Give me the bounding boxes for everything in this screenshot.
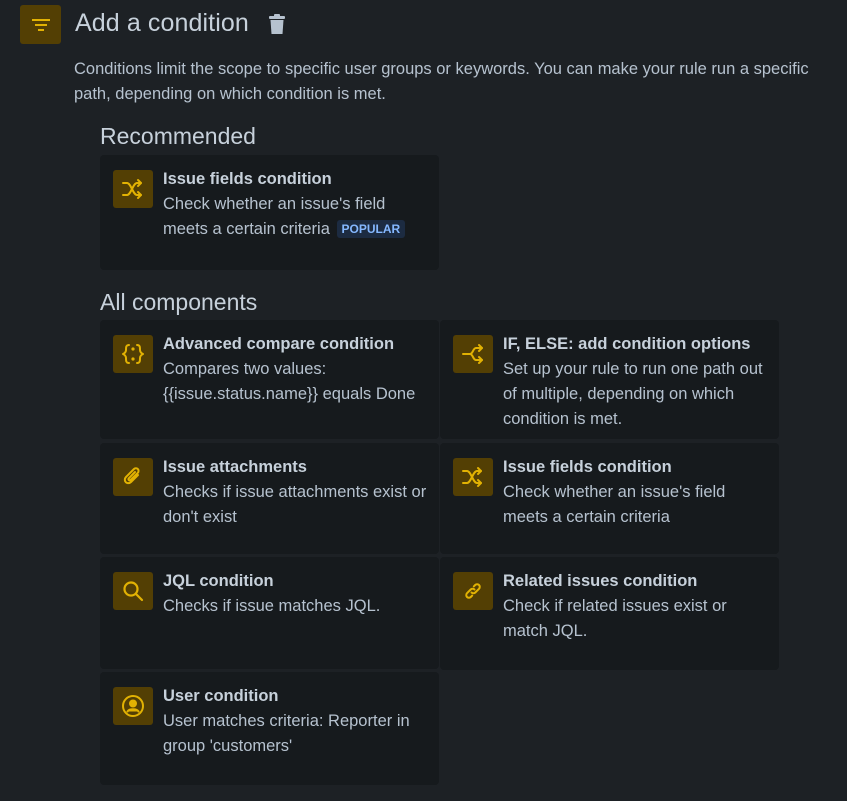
card-title: IF, ELSE: add condition options [503,335,751,353]
card-issue-fields-condition[interactable]: Issue fields condition Check whether an … [440,443,779,554]
shuffle-icon [453,458,493,496]
card-advanced-compare-condition[interactable]: Advanced compare condition Compares two … [100,320,439,439]
delete-button[interactable] [266,13,288,35]
card-description: Checks if issue attachments exist or don… [163,483,427,526]
search-icon [113,572,153,610]
card-user-condition[interactable]: User condition User matches criteria: Re… [100,672,439,785]
user-icon [113,687,153,725]
card-title: Issue attachments [163,458,307,476]
page-description: Conditions limit the scope to specific u… [74,60,809,103]
card-title: JQL condition [163,572,274,590]
card-description: Set up your rule to run one path out of … [503,360,763,428]
braces-icon [113,335,153,373]
all-components-heading: All components [100,289,258,315]
card-description: Check whether an issue's field meets a c… [163,192,431,242]
card-related-issues-condition[interactable]: Related issues condition Check if relate… [440,557,779,670]
card-description: User matches criteria: Reporter in group… [163,712,410,755]
card-title: Related issues condition [503,572,698,590]
card-title: User condition [163,687,279,705]
card-description: Check whether an issue's field meets a c… [503,483,726,526]
recommended-heading: Recommended [100,123,256,149]
paperclip-icon [113,458,153,496]
card-issue-attachments[interactable]: Issue attachments Checks if issue attach… [100,443,439,554]
card-title: Issue fields condition [163,170,332,188]
page-title: Add a condition [75,9,249,37]
card-jql-condition[interactable]: JQL condition Checks if issue matches JQ… [100,557,439,669]
branch-icon [453,335,493,373]
shuffle-icon [113,170,153,208]
link-icon [453,572,493,610]
card-title: Advanced compare condition [163,335,395,353]
trash-icon [269,14,285,34]
card-if-else-condition-options[interactable]: IF, ELSE: add condition options Set up y… [440,320,779,439]
filter-icon [20,5,61,44]
popular-badge: POPULAR [336,220,406,238]
card-description: Check if related issues exist or match J… [503,597,727,640]
card-description: Compares two values: {{issue.status.name… [163,360,416,403]
card-description: Checks if issue matches JQL. [163,597,381,615]
card-recommended-issue-fields-condition[interactable]: Issue fields condition Check whether an … [100,155,439,270]
card-title: Issue fields condition [503,458,672,476]
